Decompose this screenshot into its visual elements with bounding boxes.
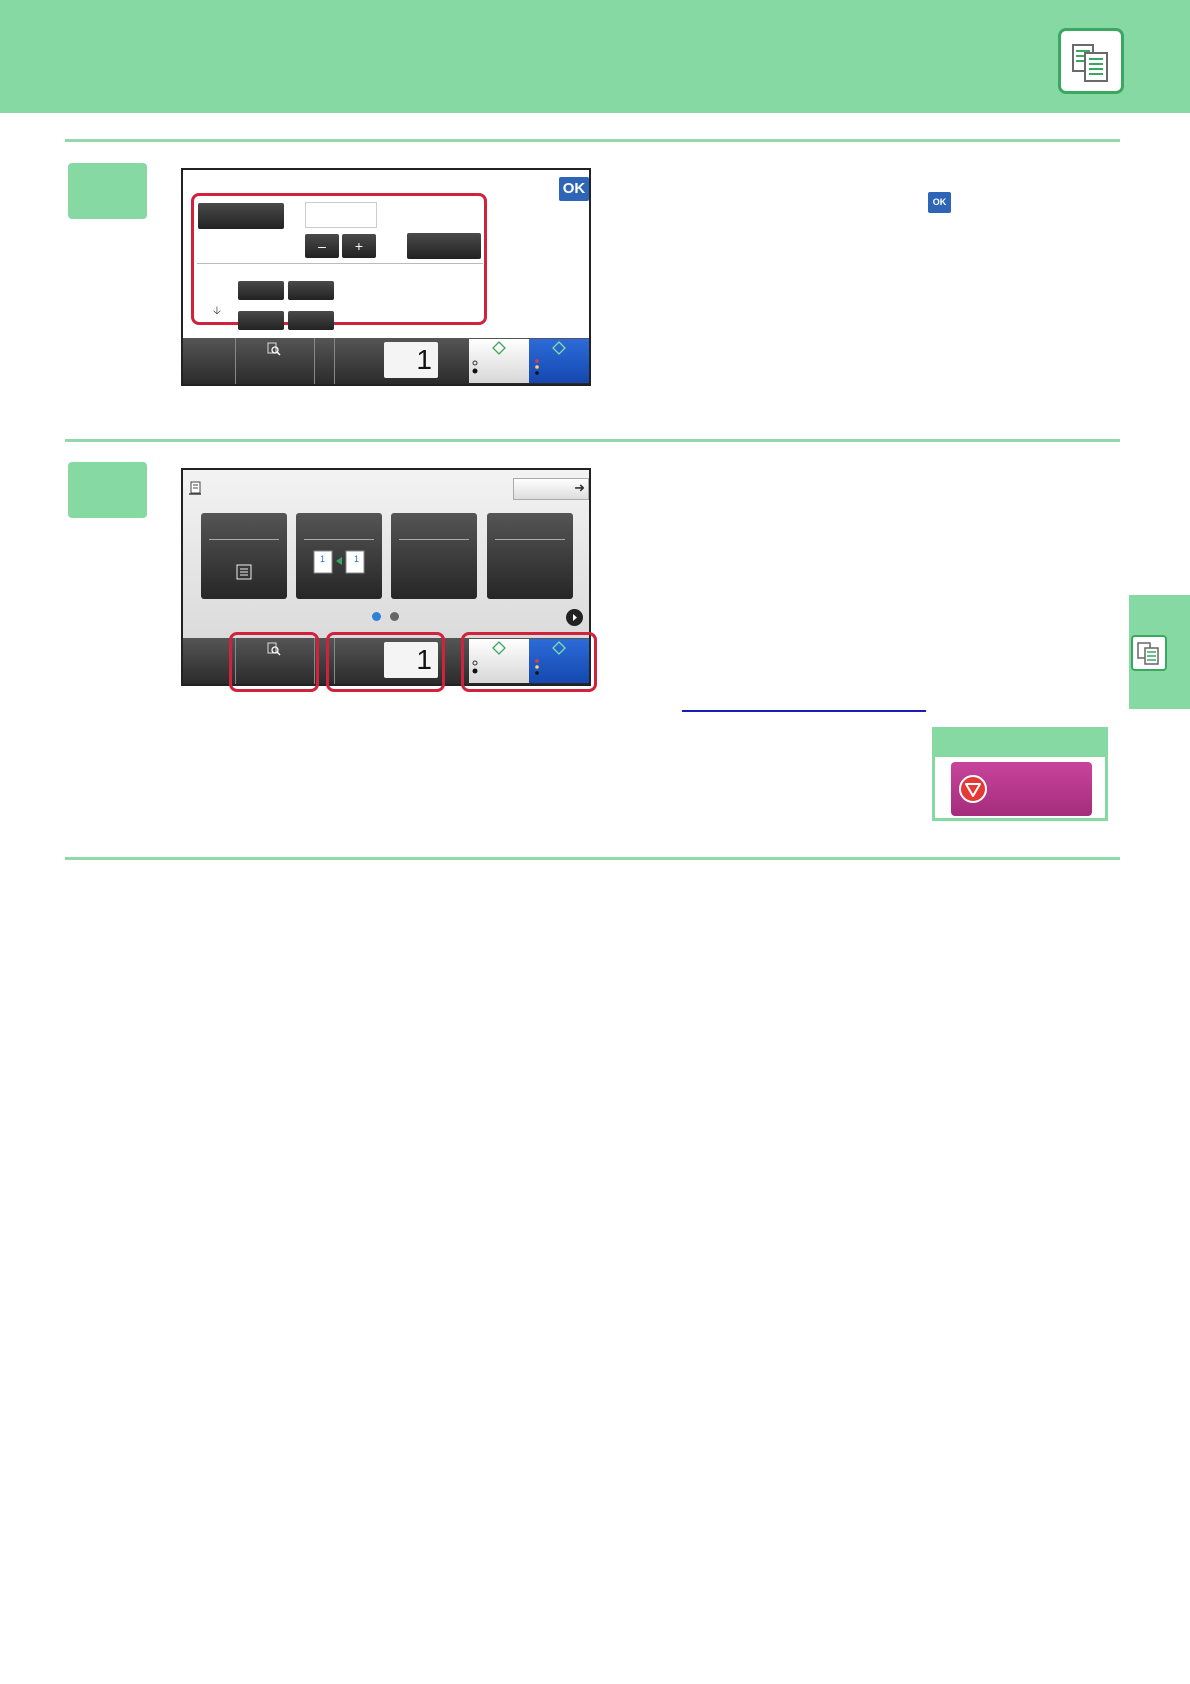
option-button[interactable] (407, 233, 481, 259)
side-tab-copy[interactable] (1129, 595, 1190, 709)
step-1-marker (68, 163, 147, 219)
bw-start-button[interactable] (469, 339, 529, 383)
ok-icon: OK (928, 192, 951, 213)
color-start-button[interactable] (529, 339, 589, 383)
stop-key-panel (932, 727, 1108, 821)
page-dot[interactable] (390, 612, 399, 621)
duplex-icon: 11 (312, 547, 368, 580)
stop-icon (958, 774, 988, 809)
copies-count[interactable]: 1 (384, 342, 438, 378)
ok-button[interactable]: OK (559, 177, 589, 201)
next-page-icon[interactable] (566, 609, 583, 626)
stop-key-panel-header (935, 730, 1105, 757)
divider (65, 139, 1120, 142)
job-status-icon[interactable] (188, 481, 202, 500)
setting-button[interactable] (198, 203, 284, 229)
header-band (0, 0, 1190, 113)
action-bar: 1 (183, 338, 589, 384)
feature-tile[interactable] (487, 513, 573, 599)
value-field[interactable] (305, 202, 377, 228)
direction-button[interactable] (288, 281, 334, 300)
step1-screen: OK – + 🡣 1 (181, 168, 591, 386)
feature-tile-duplex[interactable]: 11 (296, 513, 382, 599)
highlight-frame-preview (229, 632, 319, 692)
minus-button[interactable]: – (305, 234, 339, 258)
direction-button[interactable] (238, 281, 284, 300)
svg-text:1: 1 (320, 554, 325, 564)
separator (197, 263, 483, 264)
document-icon (235, 563, 253, 586)
copy-mode-icon (1058, 28, 1124, 94)
divider (65, 439, 1120, 442)
highlight-frame-copies (326, 632, 445, 692)
step-2-marker (68, 462, 147, 518)
page-dot-active[interactable] (372, 612, 381, 621)
feature-tile[interactable] (391, 513, 477, 599)
svg-text:1: 1 (354, 554, 359, 564)
preview-icon[interactable] (267, 342, 281, 361)
reference-link[interactable] (682, 710, 926, 712)
direction-button[interactable] (288, 311, 334, 330)
arrow-right-icon: ➜ (574, 480, 585, 495)
feature-tile-color-mode[interactable] (201, 513, 287, 599)
highlight-frame-start (461, 632, 597, 692)
stop-button[interactable] (951, 762, 1092, 816)
direction-button[interactable] (238, 311, 284, 330)
copy-mode-icon (1131, 635, 1167, 671)
divider (65, 857, 1120, 860)
plus-button[interactable]: + (342, 234, 376, 258)
detail-button[interactable]: ➜ (513, 478, 589, 500)
arrow-down-icon: 🡣 (213, 305, 221, 317)
